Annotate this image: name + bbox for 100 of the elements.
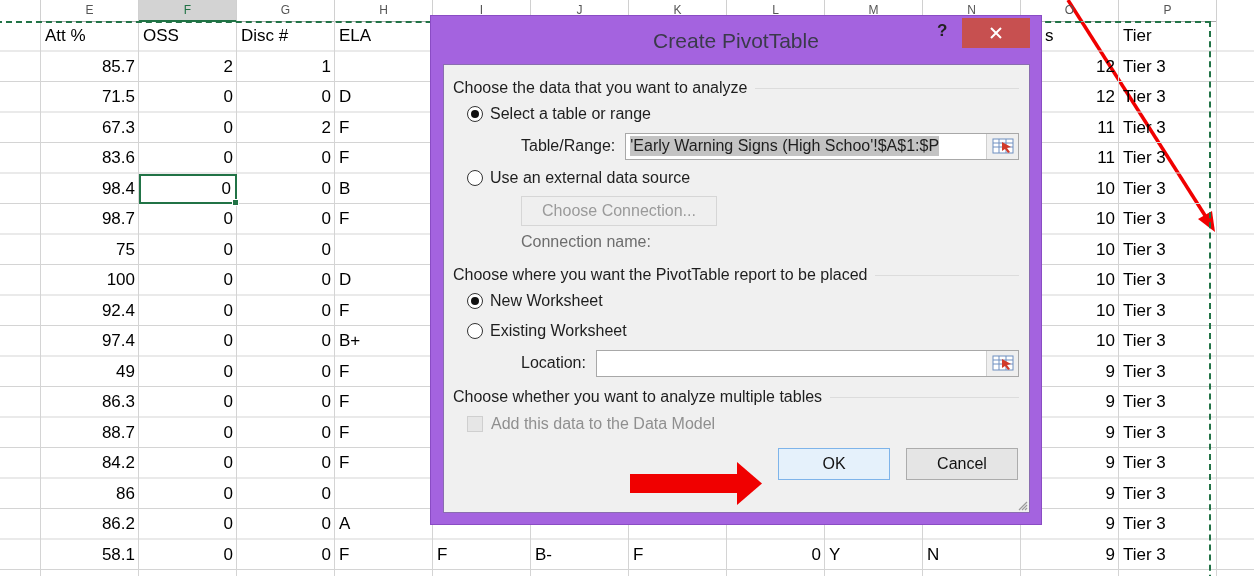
table-cell: 0 (321, 331, 331, 350)
table-cell: Tier 3 (1123, 422, 1166, 442)
close-icon (990, 27, 1002, 39)
table-cell: 100 (106, 270, 135, 289)
header-cell: Tier (1123, 26, 1152, 45)
help-button[interactable]: ? (933, 21, 952, 41)
section-heading: Choose whether you want to analyze multiple tables (453, 388, 823, 406)
table-cell: 0 (321, 453, 331, 472)
table-cell: 10 (1096, 239, 1115, 259)
table-cell: 0 (223, 117, 233, 137)
column-header[interactable]: P (1119, 0, 1217, 22)
table-cell: 9 (1105, 544, 1115, 564)
table-cell: Tier 3 (1123, 209, 1166, 228)
table-cell: N (927, 544, 940, 564)
table-cell: 0 (223, 514, 233, 533)
table-cell: Tier 3 (1123, 483, 1166, 503)
column-header[interactable]: G (237, 0, 335, 22)
table-cell: 0 (321, 544, 331, 564)
table-cell: F (437, 544, 448, 564)
table-cell: 86.2 (101, 514, 135, 533)
section-heading: Choose where you want the PivotTable report to be placed (453, 266, 868, 284)
table-cell: D (339, 87, 352, 106)
field-label: Table/Range: (521, 137, 616, 155)
table-cell: 10 (1096, 209, 1115, 228)
radio-button[interactable]: Existing Worksheet (467, 322, 627, 340)
table-cell: 10 (1096, 300, 1115, 320)
table-cell: F (339, 422, 350, 442)
table-cell: F (339, 453, 350, 472)
connection-name-label: Connection name: (521, 232, 652, 252)
table-cell: 0 (223, 361, 233, 381)
table-cell: Tier 3 (1123, 270, 1166, 289)
header-cell: s (1045, 26, 1054, 45)
table-cell: 9 (1105, 453, 1115, 472)
table-cell: 86 (116, 483, 135, 503)
table-cell: 0 (321, 148, 331, 167)
table-cell: 92.4 (101, 300, 135, 320)
ok-button[interactable]: OK (778, 448, 890, 480)
table-cell: 0 (811, 544, 821, 564)
selected-cell[interactable]: 0 (139, 173, 237, 204)
table-cell: 67.3 (101, 117, 135, 137)
table-cell: 0 (223, 300, 233, 320)
table-cell: 0 (223, 483, 233, 503)
table-cell: 0 (223, 148, 233, 167)
table-cell: Tier 3 (1123, 148, 1166, 167)
table-cell: Tier 3 (1123, 392, 1166, 411)
table-cell: Tier 3 (1123, 300, 1166, 320)
table-cell: F (339, 392, 350, 411)
table-cell: 88.7 (101, 422, 135, 442)
table-cell: F (339, 300, 350, 320)
table-cell: 0 (321, 392, 331, 411)
table-cell: F (633, 544, 644, 564)
radio-button[interactable]: Select a table or range (467, 105, 651, 123)
table-cell: 0 (223, 392, 233, 411)
table-cell: 9 (1105, 422, 1115, 442)
table-cell: 11 (1097, 148, 1115, 167)
table-cell: B+ (339, 331, 361, 350)
dialog-title: Create PivotTable (653, 29, 819, 53)
table-cell: 0 (223, 453, 233, 472)
table-cell: 2 (321, 117, 331, 137)
table-cell: 83.6 (101, 148, 135, 167)
header-cell: OSS (143, 26, 179, 45)
table-cell: D (339, 270, 352, 289)
table-cell: 0 (223, 544, 233, 564)
resize-grip-icon[interactable] (1018, 501, 1028, 511)
table-cell: Tier 3 (1123, 178, 1166, 198)
header-cell: Disc # (241, 26, 289, 45)
table-cell: 0 (321, 87, 331, 106)
table-cell: 0 (321, 483, 331, 503)
header-cell: Att % (45, 26, 86, 45)
table-cell: 0 (321, 270, 331, 289)
table-cell: 0 (223, 331, 233, 350)
table-cell: 71.5 (101, 87, 135, 106)
table-cell: 85.7 (101, 56, 135, 76)
table-cell: B (339, 178, 351, 198)
table-cell: 1 (321, 56, 331, 76)
table-cell: 0 (223, 239, 233, 259)
table-cell: Tier 3 (1123, 361, 1166, 381)
table-cell: 49 (116, 361, 135, 381)
table-cell: 9 (1105, 483, 1115, 503)
table-cell: 9 (1105, 392, 1115, 411)
table-cell: 0 (223, 209, 233, 228)
table-cell: B- (535, 544, 552, 564)
table-cell: Tier 3 (1123, 56, 1166, 76)
table-cell: 12 (1096, 87, 1115, 106)
table-cell: Tier 3 (1123, 453, 1166, 472)
table-cell: 10 (1096, 270, 1115, 289)
close-button[interactable] (962, 18, 1030, 48)
column-header[interactable]: F (139, 0, 237, 22)
table-cell: 0 (321, 361, 331, 381)
table-cell: F (339, 361, 350, 381)
table-cell: 0 (321, 422, 331, 442)
radio-button[interactable]: New Worksheet (467, 292, 603, 310)
table-cell: Y (829, 544, 841, 564)
header-cell: ELA (339, 26, 372, 45)
table-cell: 2 (223, 56, 233, 76)
table-cell: 9 (1105, 514, 1115, 533)
table-cell: 98.7 (101, 209, 135, 228)
cancel-button[interactable]: Cancel (906, 448, 1018, 480)
radio-button[interactable]: Use an external data source (467, 169, 691, 187)
section-heading: Choose the data that you want to analyze (453, 79, 748, 97)
